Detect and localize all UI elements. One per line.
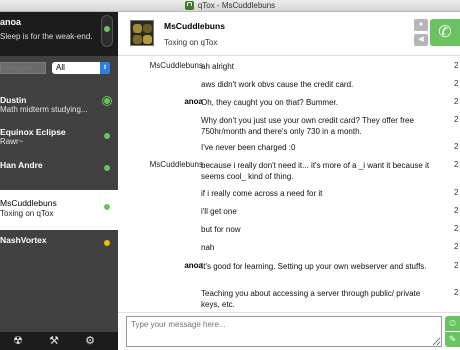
microphone-mute-icon[interactable]: ● [414, 19, 428, 31]
message-time: 2 [454, 160, 459, 169]
settings-gear-icon[interactable]: ⚙ [84, 335, 96, 347]
contact-name: Han Andre [0, 160, 43, 170]
contact-item-mscuddlebuns[interactable]: MsCuddlebuns Toxing on qTox [0, 190, 118, 230]
contact-filter-select[interactable]: All ⇕ [52, 62, 110, 74]
message-text: if i really come across a need for it [201, 189, 323, 198]
window-title: qTox - MsCuddlebuns [197, 1, 276, 10]
message-time: 2 [454, 261, 459, 270]
message-text: Oh, they caught you on that? Bummer. [201, 98, 338, 107]
contact-name: Dustin [0, 95, 27, 105]
self-status-message[interactable]: Sleep is for the weak-end. [0, 32, 93, 41]
self-profile[interactable]: anoa Sleep is for the weak-end. [0, 12, 118, 56]
file-transfer-icon[interactable]: ⚒ [48, 335, 60, 347]
online-status-icon [104, 204, 110, 210]
message-text: It's good for learning. Setting up your … [201, 262, 427, 271]
contact-name: MsCuddlebuns [0, 198, 57, 208]
message-time: 2 [454, 206, 459, 215]
online-status-icon [104, 133, 110, 139]
message-time: 2 [454, 242, 459, 251]
self-name[interactable]: anoa [0, 17, 21, 27]
contact-item-nashvortex[interactable]: NashVortex [0, 230, 118, 262]
attach-file-icon[interactable]: ✎ [445, 332, 460, 347]
contact-item-han-andre[interactable]: Han Andre [0, 154, 118, 186]
message-input[interactable] [126, 316, 442, 347]
message-time: 2 [454, 79, 459, 88]
filter-selected-value: All [56, 63, 65, 72]
chat-header: MsCuddlebuns Toxing on qTox ● ◀ ✆ [118, 12, 460, 56]
updown-arrow-icon: ⇕ [100, 62, 110, 74]
sidebar: anoa Sleep is for the weak-end. All ⇕ Du… [0, 12, 118, 350]
add-friend-icon[interactable]: ☢ [12, 335, 24, 347]
emoji-button-icon[interactable]: ☺ [445, 316, 460, 331]
qtox-lock-icon [184, 1, 194, 10]
contact-avatar [130, 20, 154, 46]
call-button[interactable]: ✆ [430, 19, 460, 46]
message-text: nah [201, 243, 215, 252]
self-status-button[interactable] [101, 15, 113, 47]
window-titlebar: qTox - MsCuddlebuns [0, 0, 460, 12]
message-time: 2 [454, 61, 459, 70]
message-text: Teaching you about accessing a server th… [201, 289, 421, 309]
contact-status: Rawr~ [0, 137, 24, 146]
volume-mute-icon[interactable]: ◀ [414, 34, 428, 46]
message-time: 2 [454, 188, 459, 197]
message-text: Why don't you just use your own credit c… [201, 116, 414, 136]
message-time: 2 [454, 224, 459, 233]
contact-status: Math midterm studying... [0, 105, 88, 114]
message-time: 2 [454, 97, 459, 106]
chat-contact-name: MsCuddlebuns [164, 21, 225, 31]
chat-log: MsCuddlebuns ah alright 2 aws didn't wor… [118, 56, 460, 312]
message-text: aws didn't work obvs cause the credit ca… [201, 80, 354, 89]
message-text: ah alright [201, 62, 234, 71]
chat-contact-status: Toxing on qTox [164, 38, 218, 47]
sidebar-bottom-bar: ☢ ⚒ ⚙ [0, 332, 118, 350]
away-status-icon [104, 240, 110, 246]
online-status-icon [102, 96, 112, 106]
contact-item-dustin[interactable]: Dustin Math midterm studying... [0, 90, 118, 122]
contact-filter-row: All ⇕ [0, 59, 118, 77]
message-time: 2 [454, 142, 459, 151]
contact-search-input[interactable] [0, 62, 46, 74]
message-time: 2 [454, 288, 459, 297]
contact-status: Toxing on qTox [0, 209, 54, 218]
online-status-icon [104, 165, 110, 171]
message-time: 2 [454, 115, 459, 124]
message-text: because i really don't need it... it's m… [201, 161, 430, 181]
message-author: MsCuddlebuns [149, 61, 203, 70]
message-input-bar: ☺ ✎ [118, 312, 460, 350]
message-text: but for now [201, 225, 241, 234]
message-text: i'll get one [201, 207, 237, 216]
contact-name: Equinox Eclipse [0, 127, 66, 137]
contact-item-equinox-eclipse[interactable]: Equinox Eclipse Rawr~ [0, 122, 118, 154]
message-author: MsCuddlebuns [149, 160, 203, 169]
message-text: I've never been charged :0 [201, 143, 296, 152]
contact-name: NashVortex [0, 235, 47, 245]
